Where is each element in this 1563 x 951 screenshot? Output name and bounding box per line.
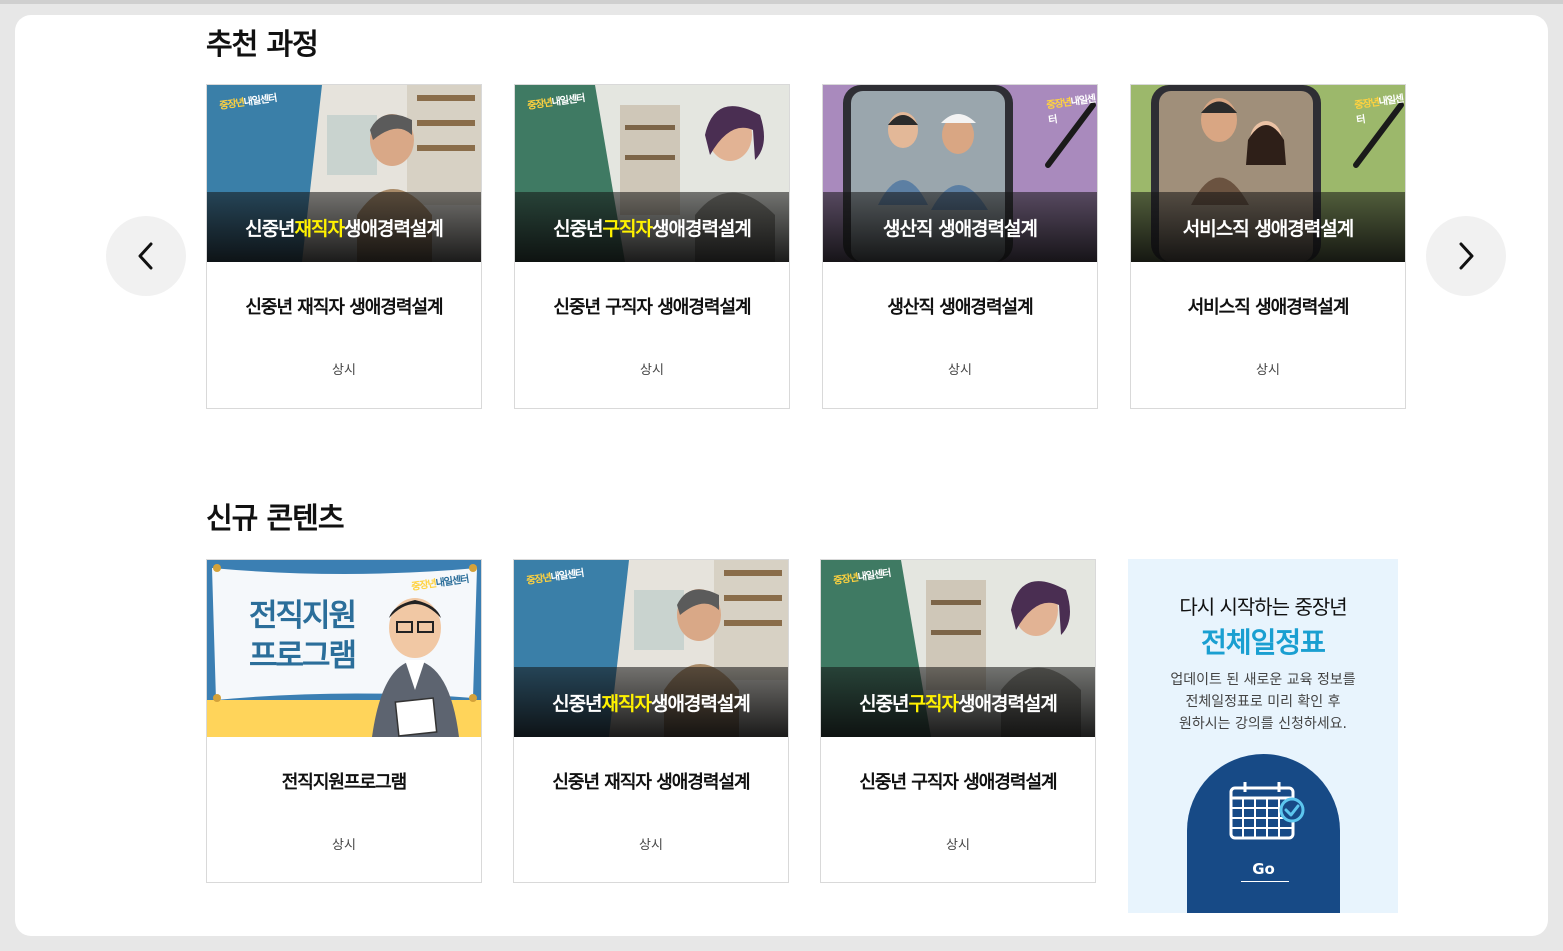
content-card[interactable]: 중장년내일센터 신중년 구직자 생애경력설계 신중년 구직자 생애경력설계 상시 <box>820 559 1096 883</box>
content-title: 전직지원프로그램 <box>281 772 407 793</box>
course-period: 상시 <box>640 363 664 378</box>
promo-subtitle: 다시 시작하는 중장년 <box>1179 595 1347 619</box>
content-thumbnail: 중장년내일센터 신중년 구직자 생애경력설계 <box>821 560 1095 737</box>
calendar-check-icon <box>1229 782 1305 840</box>
course-title: 신중년 재직자 생애경력설계 <box>245 297 443 318</box>
thumbnail-banner: 생산직 생애경력설계 <box>823 192 1097 262</box>
content-card[interactable]: 중장년내일센터 신중년 재직자 생애경력설계 신중년 재직자 생애경력설계 상시 <box>513 559 789 883</box>
browser-top-line <box>0 0 1563 4</box>
promo-title: 전체일정표 <box>1201 626 1326 659</box>
content-card[interactable]: 전직지원 프로그램 중장년내일센터 전직지원프로그램 상시 <box>206 559 482 883</box>
thumbnail-banner: 신중년 구직자 생애경력설계 <box>821 667 1095 737</box>
course-title: 서비스직 생애경력설계 <box>1187 297 1350 318</box>
section-title-new-contents: 신규 콘텐츠 <box>206 501 344 535</box>
content-period: 상시 <box>946 838 970 853</box>
course-card[interactable]: 중장년내일센터 신중년 재직자 생애경력설계 신중년 재직자 생애경력설계 상시 <box>206 84 482 409</box>
course-card[interactable]: 중장년내일센터 생산직 생애경력설계 생산직 생애경력설계 상시 <box>822 84 1098 409</box>
section-title-recommended: 추천 과정 <box>206 27 319 61</box>
go-underline <box>1241 881 1289 882</box>
course-card[interactable]: 중장년내일센터 신중년 구직자 생애경력설계 신중년 구직자 생애경력설계 상시 <box>514 84 790 409</box>
course-thumbnail: 중장년내일센터 신중년 구직자 생애경력설계 <box>515 85 789 262</box>
carousel-next-button[interactable] <box>1426 216 1506 296</box>
thumbnail-banner: 신중년 구직자 생애경력설계 <box>515 192 789 262</box>
carousel-prev-button[interactable] <box>106 216 186 296</box>
course-thumbnail: 중장년내일센터 서비스직 생애경력설계 <box>1131 85 1405 262</box>
content-period: 상시 <box>639 838 663 853</box>
course-period: 상시 <box>948 363 972 378</box>
thumbnail-banner: 신중년 재직자 생애경력설계 <box>514 667 788 737</box>
content-title: 신중년 구직자 생애경력설계 <box>859 772 1057 793</box>
content-title: 신중년 재직자 생애경력설계 <box>552 772 750 793</box>
promo-go-area[interactable]: Go <box>1187 754 1340 913</box>
thumbnail-banner: 신중년 재직자 생애경력설계 <box>207 192 481 262</box>
go-button[interactable]: Go <box>1187 860 1340 878</box>
content-period: 상시 <box>332 838 356 853</box>
course-period: 상시 <box>1256 363 1280 378</box>
schedule-promo: 다시 시작하는 중장년 전체일정표 업데이트 된 새로운 교육 정보를 전체일정… <box>1128 559 1398 913</box>
content-thumbnail: 중장년내일센터 신중년 재직자 생애경력설계 <box>514 560 788 737</box>
chevron-left-icon <box>138 242 153 270</box>
course-period: 상시 <box>332 363 356 378</box>
course-thumbnail: 중장년내일센터 신중년 재직자 생애경력설계 <box>207 85 481 262</box>
chevron-right-icon <box>1459 242 1474 270</box>
content-panel: 추천 과정 중장년내일센터 신중년 재직자 생애경력설계 신중년 재직자 생애경… <box>15 15 1548 936</box>
course-title: 생산직 생애경력설계 <box>887 297 1033 318</box>
course-card[interactable]: 중장년내일센터 서비스직 생애경력설계 서비스직 생애경력설계 상시 <box>1130 84 1406 409</box>
content-thumbnail: 전직지원 프로그램 중장년내일센터 <box>207 560 481 737</box>
thumbnail-banner: 서비스직 생애경력설계 <box>1131 192 1405 262</box>
poster-title: 전직지원 프로그램 <box>248 598 357 674</box>
course-thumbnail: 중장년내일센터 생산직 생애경력설계 <box>823 85 1097 262</box>
promo-description: 업데이트 된 새로운 교육 정보를 전체일정표로 미리 확인 후 원하시는 강의… <box>1170 672 1356 732</box>
course-title: 신중년 구직자 생애경력설계 <box>553 297 751 318</box>
